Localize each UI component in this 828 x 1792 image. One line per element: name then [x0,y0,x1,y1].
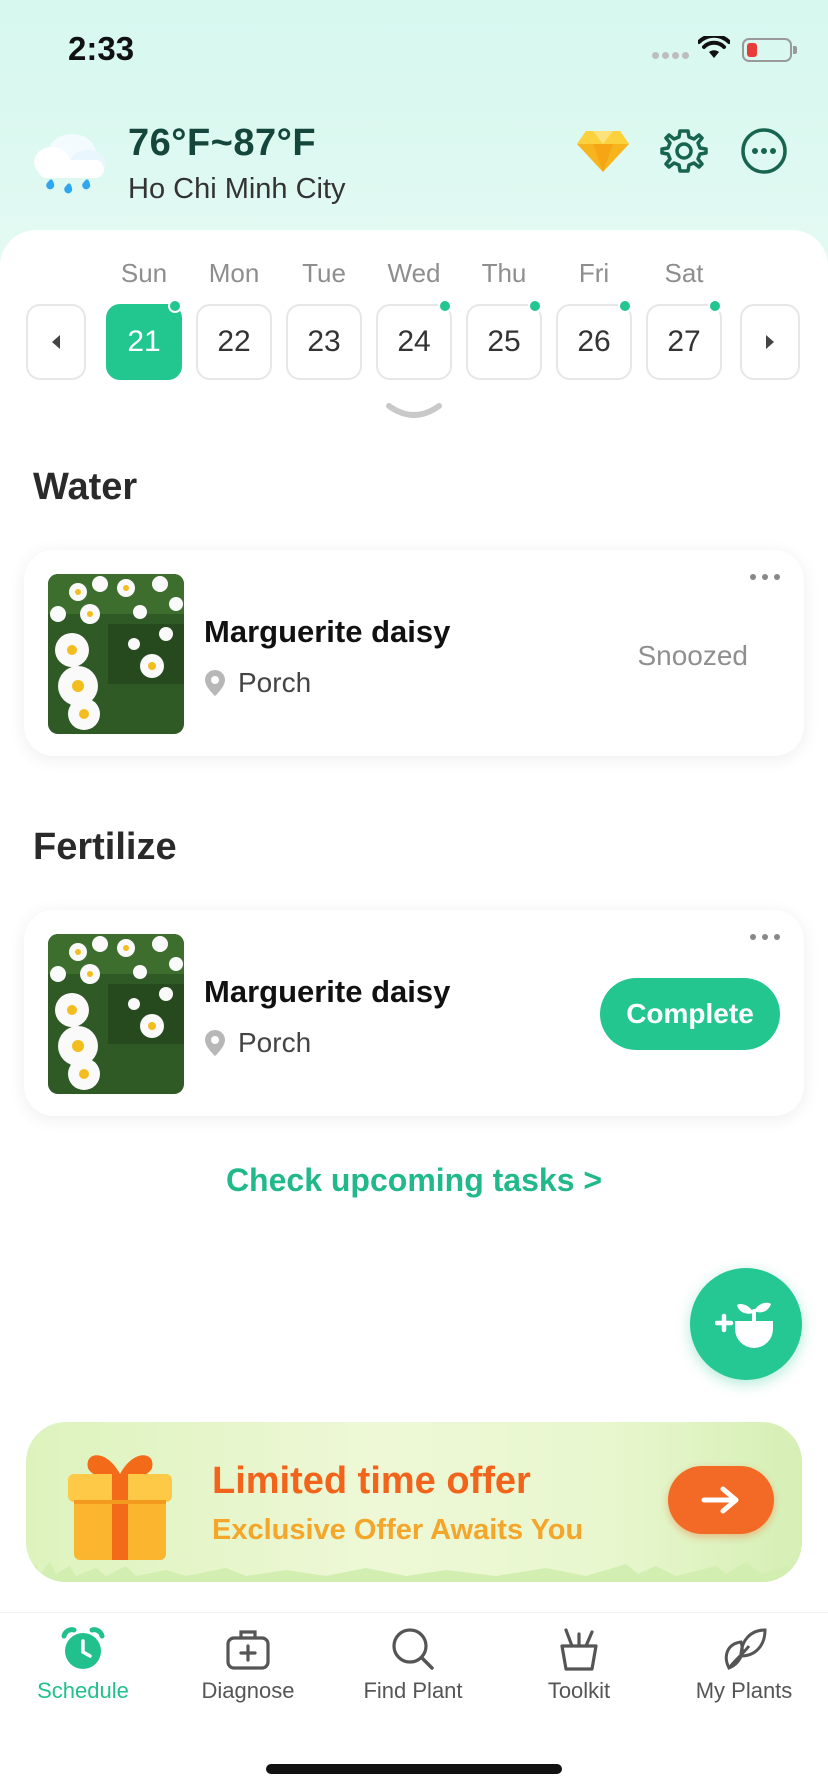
limited-offer-banner[interactable]: Limited time offer Exclusive Offer Await… [26,1422,802,1582]
day-27[interactable]: 27 [646,304,722,380]
settings-button[interactable] [657,124,711,178]
expand-calendar-chevron-icon[interactable] [385,402,443,422]
snoozed-status: Snoozed [637,640,748,671]
plant-location: Porch [204,667,311,699]
gift-box-icon [68,1455,172,1560]
tab-label: Find Plant [363,1678,463,1703]
task-dot [618,299,632,313]
day-label-mon: Mon [208,258,260,288]
plant-photo [48,934,184,1094]
previous-week-button[interactable] [26,304,86,380]
day-26[interactable]: 26 [556,304,632,380]
home-indicator [266,1764,562,1774]
day-23[interactable]: 23 [286,304,362,380]
day-label-tue: Tue [302,258,346,288]
task-dot [528,299,542,313]
medical-kit-icon [226,1630,270,1670]
leaves-icon [724,1628,767,1670]
location-label: Porch [238,667,312,698]
wifi-icon [698,36,730,58]
plant-name: Marguerite daisy [204,974,451,1009]
status-bar: 2:33 [0,0,828,100]
plant-location: Porch [204,1027,311,1059]
day-25[interactable]: 25 [466,304,542,380]
day-label-fri: Fri [578,258,610,288]
offer-arrow-button[interactable] [668,1466,774,1534]
task-dot [438,299,452,313]
add-plant-icon [715,1302,773,1348]
location-pin-icon [205,670,225,696]
battery-icon [742,38,797,62]
day-21[interactable]: 21 [106,304,182,380]
task-card-fertilize[interactable]: Marguerite daisy Porch Complete [24,910,804,1116]
tab-find-plant[interactable]: Find Plant [330,1626,496,1706]
tab-label: Toolkit [547,1678,611,1703]
offer-title: Limited time offer [212,1460,531,1502]
task-dot [168,299,182,313]
tab-label: Schedule [37,1678,129,1703]
tab-my-plants[interactable]: My Plants [661,1626,827,1706]
rain-cloud-icon [34,134,106,194]
more-options-button[interactable] [737,124,791,178]
day-label-wed: Wed [387,258,441,288]
temperature-range: 76°F~87°F [128,122,317,164]
day-label-thu: Thu [481,258,527,288]
plant-photo [48,574,184,734]
alarm-clock-icon [61,1627,105,1669]
card-more-icon[interactable] [750,934,780,940]
next-week-button[interactable] [740,304,800,380]
tab-diagnose[interactable]: Diagnose [165,1626,331,1706]
location-pin-icon [205,1030,225,1056]
section-title-water: Water [33,466,138,508]
search-icon [392,1628,434,1670]
caret-right-icon [766,335,774,349]
tab-toolkit[interactable]: Toolkit [496,1626,662,1706]
day-label-sat: Sat [664,258,704,288]
add-plant-button[interactable] [690,1268,802,1380]
task-card-water[interactable]: Marguerite daisy Porch Snoozed [24,550,804,756]
status-time: 2:33 [68,30,135,67]
tab-label: Diagnose [201,1678,295,1703]
city-name: Ho Chi Minh City [128,173,346,205]
day-22[interactable]: 22 [196,304,272,380]
day-label-sun: Sun [120,258,168,288]
complete-button[interactable]: Complete [600,978,780,1050]
cellular-signal-icon [652,52,689,59]
location-label: Porch [238,1027,312,1058]
settings-gear-icon [660,129,708,173]
arrow-right-icon [701,1486,739,1514]
card-more-icon[interactable] [750,574,780,580]
tab-schedule[interactable]: Schedule [0,1626,166,1706]
more-options-icon [741,128,787,174]
plant-pot-tools-icon [560,1628,598,1671]
task-dot [708,299,722,313]
caret-left-icon [52,335,60,349]
section-title-fertilize: Fertilize [33,826,177,868]
day-24[interactable]: 24 [376,304,452,380]
plant-name: Marguerite daisy [204,614,451,649]
premium-gem-icon [577,131,629,172]
offer-subtitle: Exclusive Offer Awaits You [212,1514,584,1546]
check-upcoming-tasks-link[interactable]: Check upcoming tasks > [0,1162,828,1199]
premium-button[interactable] [576,124,630,178]
tab-label: My Plants [695,1678,793,1703]
